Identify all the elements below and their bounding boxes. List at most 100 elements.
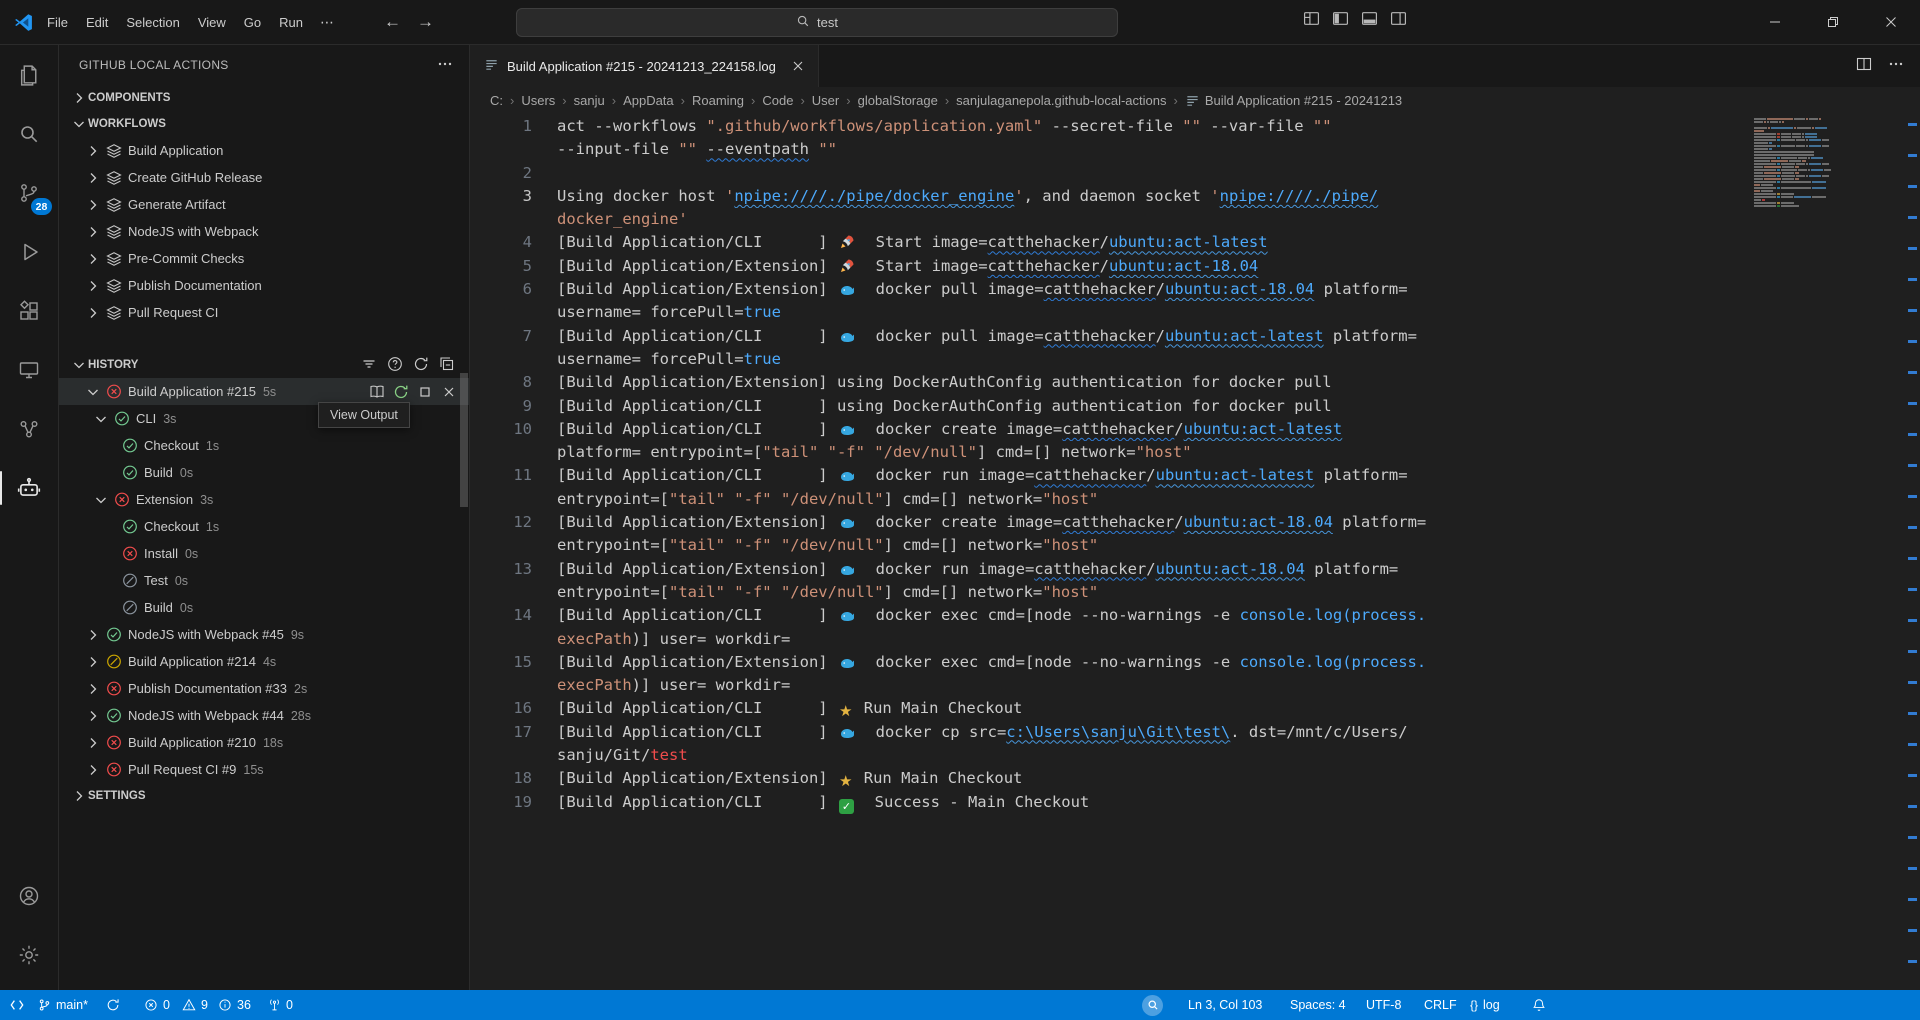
- history-item[interactable]: Install0s: [59, 540, 469, 567]
- log-text[interactable]: --input-file "" --eventpath "": [557, 138, 837, 161]
- workflow-item[interactable]: Pre-Commit Checks: [59, 245, 469, 272]
- log-text[interactable]: [Build Application/Extension] Start imag…: [557, 255, 1258, 278]
- sidebar-more-actions-icon[interactable]: [437, 56, 453, 75]
- collapse-all-icon[interactable]: [439, 356, 455, 375]
- restore-button[interactable]: [1804, 0, 1862, 44]
- history-item[interactable]: NodeJS with Webpack #459s: [59, 621, 469, 648]
- sidebar-scrollbar[interactable]: [460, 373, 468, 507]
- log-text[interactable]: [Build Application/CLI ] using DockerAut…: [557, 395, 1332, 418]
- minimize-button[interactable]: [1746, 0, 1804, 44]
- filter-icon[interactable]: [361, 356, 377, 375]
- stop-icon[interactable]: [417, 384, 433, 400]
- chevron-right-icon[interactable]: [85, 627, 101, 643]
- log-text[interactable]: username= forcePull=true: [557, 301, 781, 324]
- log-text[interactable]: entrypoint=["tail" "-f" "/dev/null"] cmd…: [557, 488, 1098, 511]
- menu-view[interactable]: View: [189, 9, 235, 36]
- workflow-item[interactable]: Build Application: [59, 137, 469, 164]
- chevron-down-icon[interactable]: [93, 492, 109, 508]
- customize-layout-icon[interactable]: [1303, 10, 1320, 32]
- split-editor-icon[interactable]: [1856, 56, 1872, 77]
- chevron-right-icon[interactable]: [85, 143, 101, 159]
- log-text[interactable]: act --workflows ".github/workflows/appli…: [557, 115, 1332, 138]
- log-text[interactable]: [Build Application/Extension] docker cre…: [557, 511, 1426, 534]
- chevron-down-icon[interactable]: [93, 411, 109, 427]
- editor[interactable]: 1act --workflows ".github/workflows/appl…: [470, 113, 1920, 990]
- overview-ruler[interactable]: [1905, 113, 1920, 990]
- menu-file[interactable]: File: [38, 9, 77, 36]
- errors-indicator[interactable]: 0: [142, 990, 172, 1020]
- log-text[interactable]: [Build Application/CLI ] docker run imag…: [557, 464, 1408, 487]
- menu-selection[interactable]: Selection: [117, 9, 188, 36]
- infos-indicator[interactable]: 36: [216, 990, 253, 1020]
- log-text[interactable]: [Build Application/CLI ] ★ Run Main Chec…: [557, 697, 1022, 720]
- log-text[interactable]: [Build Application/CLI ] Start image=cat…: [557, 231, 1268, 254]
- log-text[interactable]: [Build Application/CLI ] docker exec cmd…: [557, 604, 1426, 627]
- rerun-icon[interactable]: [393, 384, 409, 400]
- log-text[interactable]: entrypoint=["tail" "-f" "/dev/null"] cmd…: [557, 581, 1098, 604]
- log-text[interactable]: [Build Application/Extension] docker exe…: [557, 651, 1426, 674]
- branch-indicator[interactable]: main*: [36, 990, 90, 1020]
- eol-indicator[interactable]: CRLF: [1422, 990, 1459, 1020]
- log-text[interactable]: execPath)] user= workdir=: [557, 674, 790, 697]
- workflow-item[interactable]: NodeJS with Webpack: [59, 218, 469, 245]
- history-item[interactable]: NodeJS with Webpack #4428s: [59, 702, 469, 729]
- command-center-search[interactable]: test: [516, 8, 1118, 37]
- ports-icon[interactable]: [5, 405, 53, 453]
- tab-close-icon[interactable]: [788, 56, 808, 76]
- settings-gear-icon[interactable]: [5, 931, 53, 979]
- log-text[interactable]: [Build Application/CLI ] docker cp src=c…: [557, 721, 1408, 744]
- workflow-item[interactable]: Create GitHub Release: [59, 164, 469, 191]
- dismiss-icon[interactable]: [441, 384, 457, 400]
- toggle-panel-icon[interactable]: [1361, 10, 1378, 32]
- minimap[interactable]: [1754, 118, 1902, 208]
- chevron-right-icon[interactable]: [85, 654, 101, 670]
- log-text[interactable]: sanju/Git/test: [557, 744, 688, 767]
- history-item[interactable]: Build Application #21018s: [59, 729, 469, 756]
- cursor-position[interactable]: Ln 3, Col 103: [1186, 990, 1264, 1020]
- encoding-indicator[interactable]: UTF-8: [1364, 990, 1403, 1020]
- extensions-icon[interactable]: [5, 287, 53, 335]
- log-text[interactable]: execPath)] user= workdir=: [557, 628, 790, 651]
- history-item[interactable]: Publish Documentation #332s: [59, 675, 469, 702]
- chevron-right-icon[interactable]: [85, 170, 101, 186]
- editor-more-actions-icon[interactable]: [1888, 56, 1904, 77]
- history-item[interactable]: Build Application #2144s: [59, 648, 469, 675]
- history-item[interactable]: Test0s: [59, 567, 469, 594]
- chevron-right-icon[interactable]: [85, 224, 101, 240]
- breadcrumb-item[interactable]: AppData: [623, 93, 674, 108]
- log-text[interactable]: Using docker host 'npipe:////./pipe/dock…: [557, 185, 1378, 208]
- sync-icon[interactable]: [104, 990, 122, 1020]
- log-text[interactable]: [Build Application/CLI ] docker create i…: [557, 418, 1342, 441]
- chevron-right-icon[interactable]: [85, 197, 101, 213]
- history-item[interactable]: Build0s: [59, 594, 469, 621]
- log-text[interactable]: entrypoint=["tail" "-f" "/dev/null"] cmd…: [557, 534, 1098, 557]
- log-text[interactable]: docker_engine': [557, 208, 688, 231]
- back-arrow-icon[interactable]: ←: [384, 12, 401, 32]
- search-view-icon[interactable]: [5, 110, 53, 158]
- chevron-right-icon[interactable]: [85, 708, 101, 724]
- log-text[interactable]: [Build Application/Extension] docker pul…: [557, 278, 1408, 301]
- chevron-right-icon[interactable]: [85, 735, 101, 751]
- history-item[interactable]: Pull Request CI #915s: [59, 756, 469, 783]
- remote-indicator[interactable]: [8, 990, 26, 1020]
- section-history[interactable]: HISTORY: [59, 352, 469, 378]
- log-text[interactable]: [Build Application/CLI ] ✓ Success - Mai…: [557, 791, 1089, 814]
- log-text[interactable]: platform= entrypoint=["tail" "-f" "/dev/…: [557, 441, 1192, 464]
- log-text[interactable]: [Build Application/Extension] docker run…: [557, 558, 1398, 581]
- warnings-indicator[interactable]: 9: [180, 990, 210, 1020]
- toggle-sidebar-icon[interactable]: [1332, 10, 1349, 32]
- chevron-down-icon[interactable]: [85, 384, 101, 400]
- chevron-right-icon[interactable]: [85, 251, 101, 267]
- breadcrumb-item[interactable]: C:: [490, 93, 503, 108]
- view-output-icon[interactable]: [369, 384, 385, 400]
- github-local-actions-icon[interactable]: [5, 464, 53, 512]
- refresh-icon[interactable]: [413, 356, 429, 375]
- breadcrumb-item[interactable]: Roaming: [692, 93, 744, 108]
- history-item[interactable]: Build Application #2155s: [59, 378, 469, 405]
- breadcrumb-item[interactable]: sanjulaganepola.github-local-actions: [956, 93, 1166, 108]
- run-debug-icon[interactable]: [5, 228, 53, 276]
- tab-log-file[interactable]: Build Application #215 - 20241213_224158…: [470, 45, 819, 87]
- language-mode[interactable]: {} log: [1468, 990, 1502, 1020]
- explorer-icon[interactable]: [5, 51, 53, 99]
- toggle-secondary-sidebar-icon[interactable]: [1390, 10, 1407, 32]
